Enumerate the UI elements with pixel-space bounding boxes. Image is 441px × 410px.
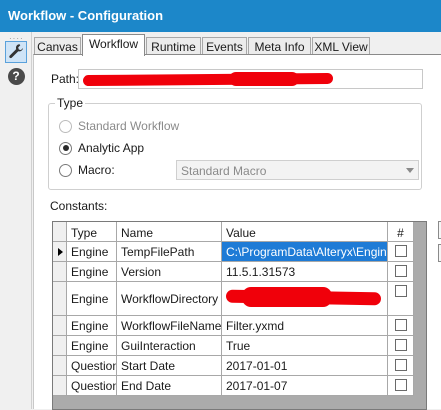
cell-type[interactable]: Engine — [67, 242, 117, 262]
help-button[interactable]: ? — [5, 65, 27, 87]
table-row[interactable]: Question Start Date 2017-01-01 — [53, 356, 426, 376]
number-checkbox[interactable] — [395, 379, 407, 391]
number-checkbox[interactable] — [395, 285, 407, 297]
number-checkbox[interactable] — [395, 265, 407, 277]
cell-number[interactable] — [388, 336, 414, 356]
cell-type[interactable]: Engine — [67, 316, 117, 336]
number-checkbox[interactable] — [395, 359, 407, 371]
window-title: Workflow - Configuration — [8, 8, 164, 23]
cell-number[interactable] — [388, 262, 414, 282]
tool-strip: ···· ? — [0, 32, 32, 409]
table-row[interactable]: Engine WorkflowFileName Filter.yxmd — [53, 316, 426, 336]
radio-analytic-app[interactable]: Analytic App — [59, 141, 144, 155]
tab-label: Canvas — [37, 40, 78, 54]
cell-name[interactable]: End Date — [117, 376, 222, 396]
row-header-corner — [53, 222, 67, 242]
tab-label: Events — [206, 40, 243, 54]
row-header[interactable] — [53, 376, 67, 396]
cell-type[interactable]: Engine — [67, 336, 117, 356]
tab-workflow[interactable]: Workflow — [82, 34, 145, 56]
constants-label: Constants: — [50, 199, 108, 213]
path-label: Path: — [51, 72, 80, 86]
tab-label: Meta Info — [254, 40, 305, 54]
redaction-mark — [229, 72, 299, 86]
cell-number[interactable] — [388, 242, 414, 262]
tab-xml-view[interactable]: XML View — [312, 37, 370, 55]
row-header[interactable] — [53, 262, 67, 282]
help-icon: ? — [7, 67, 25, 85]
cell-name[interactable]: Start Date — [117, 356, 222, 376]
wrench-icon — [8, 43, 24, 62]
redaction-mark — [242, 287, 332, 307]
cell-number[interactable] — [388, 316, 414, 336]
column-header-value[interactable]: Value — [222, 222, 388, 242]
type-group-label: Type — [55, 96, 86, 110]
table-row[interactable]: Engine WorkflowDirectory — [53, 282, 426, 316]
cell-type[interactable]: Question — [67, 356, 117, 376]
table-row[interactable]: Engine Version 11.5.1.31573 — [53, 262, 426, 282]
cell-type[interactable]: Engine — [67, 282, 117, 316]
tab-runtime[interactable]: Runtime — [146, 37, 201, 55]
cell-number[interactable] — [388, 376, 414, 396]
current-row-arrow-icon — [58, 248, 63, 256]
radio-button[interactable] — [59, 119, 72, 133]
radio-label: Macro: — [78, 163, 115, 177]
number-checkbox[interactable] — [395, 339, 407, 351]
workflow-config-panel: Path: Type Standard Workflow Analytic Ap… — [33, 54, 441, 410]
radio-label: Standard Workflow — [78, 119, 180, 133]
cell-name[interactable]: WorkflowDirectory — [117, 282, 222, 316]
radio-standard-workflow[interactable]: Standard Workflow — [59, 119, 179, 133]
table-row[interactable]: Question End Date 2017-01-07 — [53, 376, 426, 396]
tab-events[interactable]: Events — [202, 37, 247, 55]
radio-label: Analytic App — [78, 141, 145, 155]
row-header[interactable] — [53, 336, 67, 356]
window-title-bar: Workflow - Configuration — [0, 0, 441, 32]
cell-name[interactable]: WorkflowFileName — [117, 316, 222, 336]
cell-type[interactable]: Engine — [67, 262, 117, 282]
macro-type-select[interactable]: Standard Macro — [176, 160, 419, 180]
tab-label: XML View — [314, 40, 368, 54]
cell-value[interactable]: True — [222, 336, 388, 356]
macro-type-value: Standard Macro — [181, 164, 267, 178]
tab-canvas[interactable]: Canvas — [34, 37, 81, 55]
cell-value[interactable]: C:\ProgramData\Alteryx\Engine — [222, 242, 388, 262]
cell-value[interactable] — [222, 282, 388, 316]
cell-value[interactable]: Filter.yxmd — [222, 316, 388, 336]
number-checkbox[interactable] — [395, 245, 407, 257]
tab-label: Runtime — [151, 40, 196, 54]
row-header[interactable] — [53, 282, 67, 316]
cell-name[interactable]: GuiInteraction — [117, 336, 222, 356]
row-header[interactable] — [53, 356, 67, 376]
cell-value[interactable]: 11.5.1.31573 — [222, 262, 388, 282]
tab-meta-info[interactable]: Meta Info — [248, 37, 311, 55]
tab-label: Workflow — [88, 37, 139, 51]
table-header-row: Type Name Value # — [53, 222, 426, 242]
cell-type[interactable]: Question — [67, 376, 117, 396]
column-header-type[interactable]: Type — [67, 222, 117, 242]
cell-value[interactable]: 2017-01-07 — [222, 376, 388, 396]
cell-name[interactable]: Version — [117, 262, 222, 282]
cell-name[interactable]: TempFilePath — [117, 242, 222, 262]
radio-selected-dot — [62, 145, 69, 151]
column-header-number[interactable]: # — [388, 222, 414, 242]
radio-button[interactable] — [59, 163, 72, 177]
cell-number[interactable] — [388, 282, 414, 316]
type-group: Type Standard Workflow Analytic App Macr… — [48, 96, 422, 190]
row-header[interactable] — [53, 242, 67, 262]
column-header-name[interactable]: Name — [117, 222, 222, 242]
table-row[interactable]: Engine GuiInteraction True — [53, 336, 426, 356]
radio-macro[interactable]: Macro: — [59, 163, 115, 177]
cell-value[interactable]: 2017-01-01 — [222, 356, 388, 376]
row-header[interactable] — [53, 316, 67, 336]
configuration-tool-button[interactable] — [5, 41, 27, 63]
path-field[interactable] — [78, 69, 423, 89]
number-checkbox[interactable] — [395, 319, 407, 331]
radio-button[interactable] — [59, 141, 72, 155]
table-row[interactable]: Engine TempFilePath C:\ProgramData\Alter… — [53, 242, 426, 262]
cell-number[interactable] — [388, 356, 414, 376]
chevron-down-icon — [406, 168, 414, 173]
constants-table: Type Name Value # Engine TempFilePath C:… — [52, 221, 427, 410]
